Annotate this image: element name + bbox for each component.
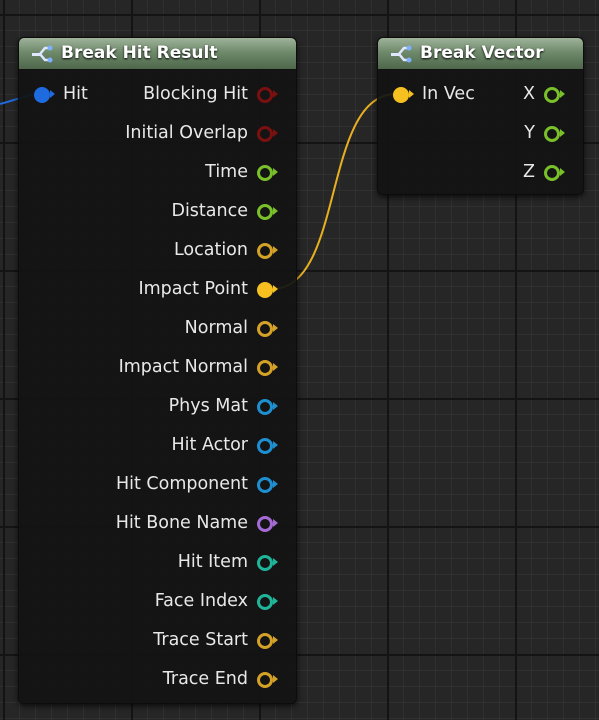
output-pin-row[interactable]: Impact Normal (119, 354, 278, 380)
output-pin-row[interactable]: Normal (185, 315, 278, 341)
pin-label: Face Index (154, 591, 248, 611)
output-pin-icon[interactable] (256, 280, 278, 298)
output-pin-row[interactable]: Hit Component (116, 471, 278, 497)
output-pin-icon[interactable] (256, 436, 278, 454)
pin-label: Y (524, 123, 535, 143)
output-pin-icon[interactable] (256, 124, 278, 142)
output-pin-icon[interactable] (256, 358, 278, 376)
output-pin-icon[interactable] (256, 553, 278, 571)
output-pin-icon[interactable] (256, 514, 278, 532)
output-pin-icon[interactable] (256, 85, 278, 103)
output-pin-icon[interactable] (256, 319, 278, 337)
break-vector-node[interactable]: Break Vector In Vec X Y Z (377, 37, 584, 195)
output-pin-icon[interactable] (543, 124, 565, 142)
pin-label: Location (173, 240, 248, 260)
node-title: Break Hit Result (61, 43, 218, 63)
break-hit-result-node[interactable]: Break Hit Result Hit Blocking Hit Initial … (18, 37, 297, 704)
output-pin-row[interactable]: Z (523, 159, 565, 185)
pin-label: Distance (171, 201, 248, 221)
pin-label: Impact Point (138, 279, 248, 299)
output-pin-icon[interactable] (256, 202, 278, 220)
pin-label: Hit Actor (171, 435, 249, 455)
node-title: Break Vector (420, 43, 544, 63)
break-struct-icon (391, 45, 412, 63)
pin-label: Blocking Hit (143, 84, 248, 104)
pin-label: Trace Start (153, 630, 248, 650)
output-pin-row[interactable]: Time (205, 159, 278, 185)
output-pin-row[interactable]: Distance (171, 198, 278, 224)
pin-label: Z (523, 162, 535, 182)
pin-label: Time (205, 162, 248, 182)
output-pin-icon[interactable] (256, 592, 278, 610)
pin-label: Hit (63, 84, 88, 104)
output-pin-row[interactable]: Location (174, 237, 278, 263)
output-pin-row[interactable]: Phys Mat (169, 393, 278, 419)
break-struct-icon (32, 45, 53, 63)
pin-label: Initial Overlap (125, 123, 248, 143)
input-pin-icon[interactable] (33, 85, 55, 103)
output-pin-row[interactable]: Impact Point (138, 276, 278, 302)
input-pin-row[interactable]: Hit (33, 81, 88, 107)
pin-label: Hit Component (115, 474, 248, 494)
output-pin-row[interactable]: Hit Item (178, 549, 278, 575)
output-pin-icon[interactable] (256, 397, 278, 415)
input-pin-icon[interactable] (392, 85, 414, 103)
pin-label: Phys Mat (168, 396, 248, 416)
pin-label: Trace End (162, 669, 248, 689)
pin-label: Hit Bone Name (115, 513, 248, 533)
pin-label: Normal (184, 318, 248, 338)
pin-label: In Vec (422, 84, 475, 104)
output-pin-icon[interactable] (256, 670, 278, 688)
node-header[interactable]: Break Hit Result (19, 38, 296, 70)
output-pin-icon[interactable] (256, 241, 278, 259)
output-pin-row[interactable]: Y (524, 120, 565, 146)
pin-label: Hit Item (177, 552, 248, 572)
input-pin-row[interactable]: In Vec (392, 81, 475, 107)
pin-label: Impact Normal (118, 357, 248, 377)
node-header[interactable]: Break Vector (378, 38, 583, 70)
output-pin-row[interactable]: Hit Actor (171, 432, 278, 458)
output-pin-row[interactable]: Trace End (163, 666, 278, 692)
output-pin-icon[interactable] (543, 85, 565, 103)
output-pin-icon[interactable] (543, 163, 565, 181)
output-pin-icon[interactable] (256, 631, 278, 649)
output-pin-row[interactable]: Hit Bone Name (116, 510, 278, 536)
pin-label: X (523, 84, 535, 104)
output-pin-row[interactable]: Initial Overlap (125, 120, 278, 146)
output-pin-icon[interactable] (256, 475, 278, 493)
output-pin-row[interactable]: Face Index (155, 588, 278, 614)
output-pin-icon[interactable] (256, 163, 278, 181)
output-pin-row[interactable]: Blocking Hit (143, 81, 278, 107)
output-pin-row[interactable]: Trace Start (153, 627, 278, 653)
output-pin-row[interactable]: X (523, 81, 565, 107)
